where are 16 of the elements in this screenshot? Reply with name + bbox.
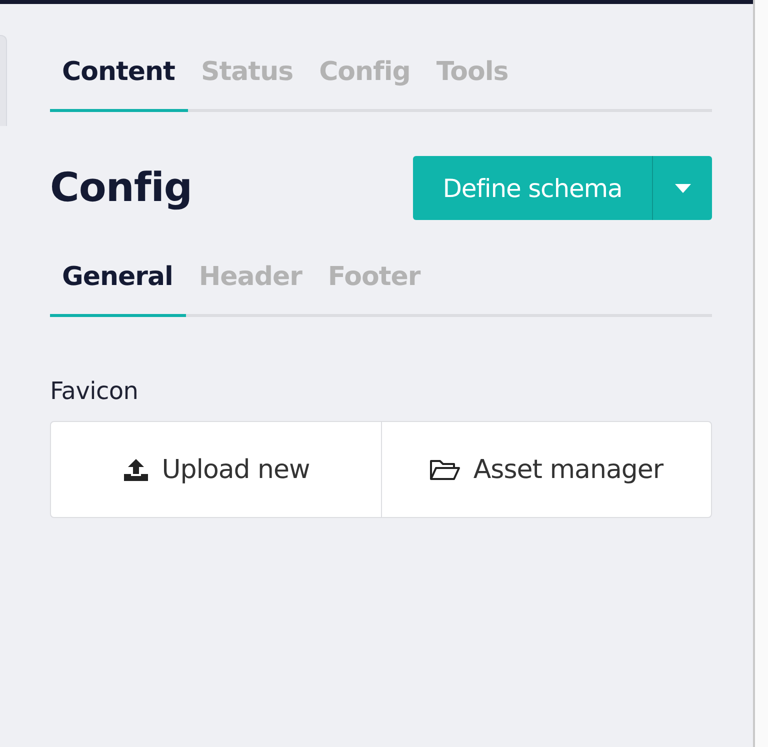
caret-icon: [674, 184, 690, 192]
tab[interactable]: Footer: [314, 260, 434, 317]
tab[interactable]: Status: [188, 55, 306, 112]
upload-button[interactable]: Upload new: [51, 422, 380, 517]
asset-manager-button[interactable]: Asset manager: [380, 422, 711, 517]
tab[interactable]: Tools: [423, 55, 522, 112]
tab[interactable]: Header: [186, 260, 315, 317]
tab[interactable]: Config: [306, 55, 424, 112]
field-label: Favicon: [50, 377, 140, 405]
dropdown-toggle[interactable]: [652, 156, 712, 220]
define-schema-button[interactable]: Define schema: [413, 156, 652, 220]
upload-icon: [122, 458, 150, 482]
folder-icon: [429, 458, 462, 482]
tab[interactable]: Content: [50, 55, 188, 112]
page-title: Config: [50, 165, 192, 211]
tab[interactable]: General: [50, 260, 186, 317]
